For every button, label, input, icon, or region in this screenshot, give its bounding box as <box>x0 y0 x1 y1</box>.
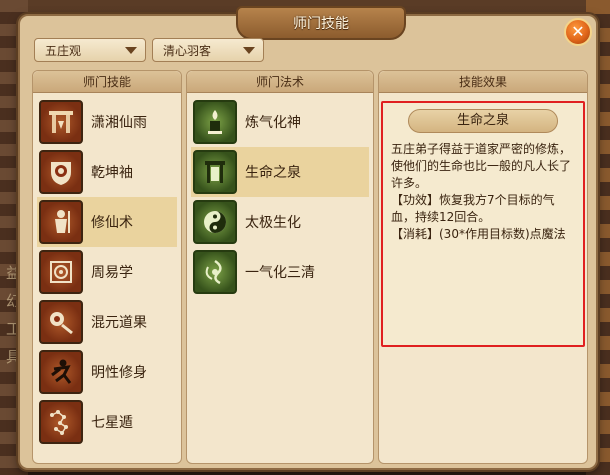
close-button[interactable]: ✕ <box>564 18 592 46</box>
skill-label: 潇湘仙雨 <box>91 115 147 131</box>
spell-label: 生命之泉 <box>245 165 301 181</box>
skill-item-selected[interactable]: 修仙术 <box>37 197 177 247</box>
skill-item[interactable]: 七星遁 <box>37 397 177 447</box>
window-title: 师门技能 <box>293 16 349 32</box>
sect-dropdown-value: 五庄观 <box>45 43 82 58</box>
sect-skills-header: 师门技能 <box>33 71 181 93</box>
spell-item-selected[interactable]: 生命之泉 <box>191 147 369 197</box>
running-figure-icon <box>39 350 83 394</box>
spell-item[interactable]: 炼气化神 <box>191 97 369 147</box>
skill-set-dropdown-value: 清心羽客 <box>163 43 212 58</box>
skill-label: 修仙术 <box>91 215 133 231</box>
skill-label: 周易学 <box>91 265 133 281</box>
sect-spells-header: 师门法术 <box>187 71 373 93</box>
warrior-figure-icon <box>39 200 83 244</box>
skill-effect-header: 技能效果 <box>379 71 587 93</box>
sect-skills-panel: 师门技能 潇湘仙雨 乾坤袖 修仙术 周易学 混元道果 明性修身 七星遁 <box>32 70 182 464</box>
spell-item[interactable]: 一气化三清 <box>191 247 369 297</box>
chevron-down-icon <box>125 47 137 54</box>
spell-label: 炼气化神 <box>245 115 301 131</box>
chevron-down-icon <box>243 47 255 54</box>
skill-label: 明性修身 <box>91 365 147 381</box>
skill-label: 乾坤袖 <box>91 165 133 181</box>
skill-function-text: 【功效】恢复我方7个目标的气血，持续12回合。 <box>391 193 555 224</box>
spring-gate-icon <box>193 150 237 194</box>
constellation-icon <box>39 400 83 444</box>
skill-item[interactable]: 明性修身 <box>37 347 177 397</box>
sect-spells-panel: 师门法术 炼气化神 生命之泉 太极生化 一气化三清 <box>186 70 374 464</box>
skill-description: 五庄弟子得益于道家严密的修炼，使他们的生命也比一般的凡人长了许多。 【功效】恢复… <box>383 133 583 243</box>
skill-effect-panel: 技能效果 生命之泉 五庄弟子得益于道家严密的修炼，使他们的生命也比一般的凡人长了… <box>378 70 588 464</box>
taiji-icon <box>193 200 237 244</box>
flame-tower-icon <box>193 100 237 144</box>
spell-label: 一气化三清 <box>245 265 315 281</box>
sect-skills-window: 师门技能 ✕ 五庄观 清心羽客 师门技能 潇湘仙雨 乾坤袖 修仙术 周易学 混元… <box>18 6 598 470</box>
skill-item[interactable]: 潇湘仙雨 <box>37 97 177 147</box>
spirit-swirl-icon <box>193 250 237 294</box>
skill-cost-text: 【消耗】(30*作用目标数)点魔法 <box>391 227 566 241</box>
sect-dropdown[interactable]: 五庄观 <box>34 38 146 62</box>
skill-item[interactable]: 混元道果 <box>37 297 177 347</box>
skill-description-text: 五庄弟子得益于道家严密的修炼，使他们的生命也比一般的凡人长了许多。 <box>391 142 572 190</box>
skill-item[interactable]: 乾坤袖 <box>37 147 177 197</box>
spiral-seal-icon <box>39 250 83 294</box>
spell-item[interactable]: 太极生化 <box>191 197 369 247</box>
orb-staff-icon <box>39 300 83 344</box>
yin-yang-shield-icon <box>39 150 83 194</box>
skill-label: 混元道果 <box>91 315 147 331</box>
skill-item[interactable]: 周易学 <box>37 247 177 297</box>
pillar-gate-icon <box>39 100 83 144</box>
skill-label: 七星遁 <box>91 415 133 431</box>
skill-name-banner: 生命之泉 <box>408 109 558 133</box>
skill-effect-box: 生命之泉 五庄弟子得益于道家严密的修炼，使他们的生命也比一般的凡人长了许多。 【… <box>381 101 585 347</box>
spell-label: 太极生化 <box>245 215 301 231</box>
window-title-plate: 师门技能 <box>236 6 406 40</box>
skill-set-dropdown[interactable]: 清心羽客 <box>152 38 264 62</box>
